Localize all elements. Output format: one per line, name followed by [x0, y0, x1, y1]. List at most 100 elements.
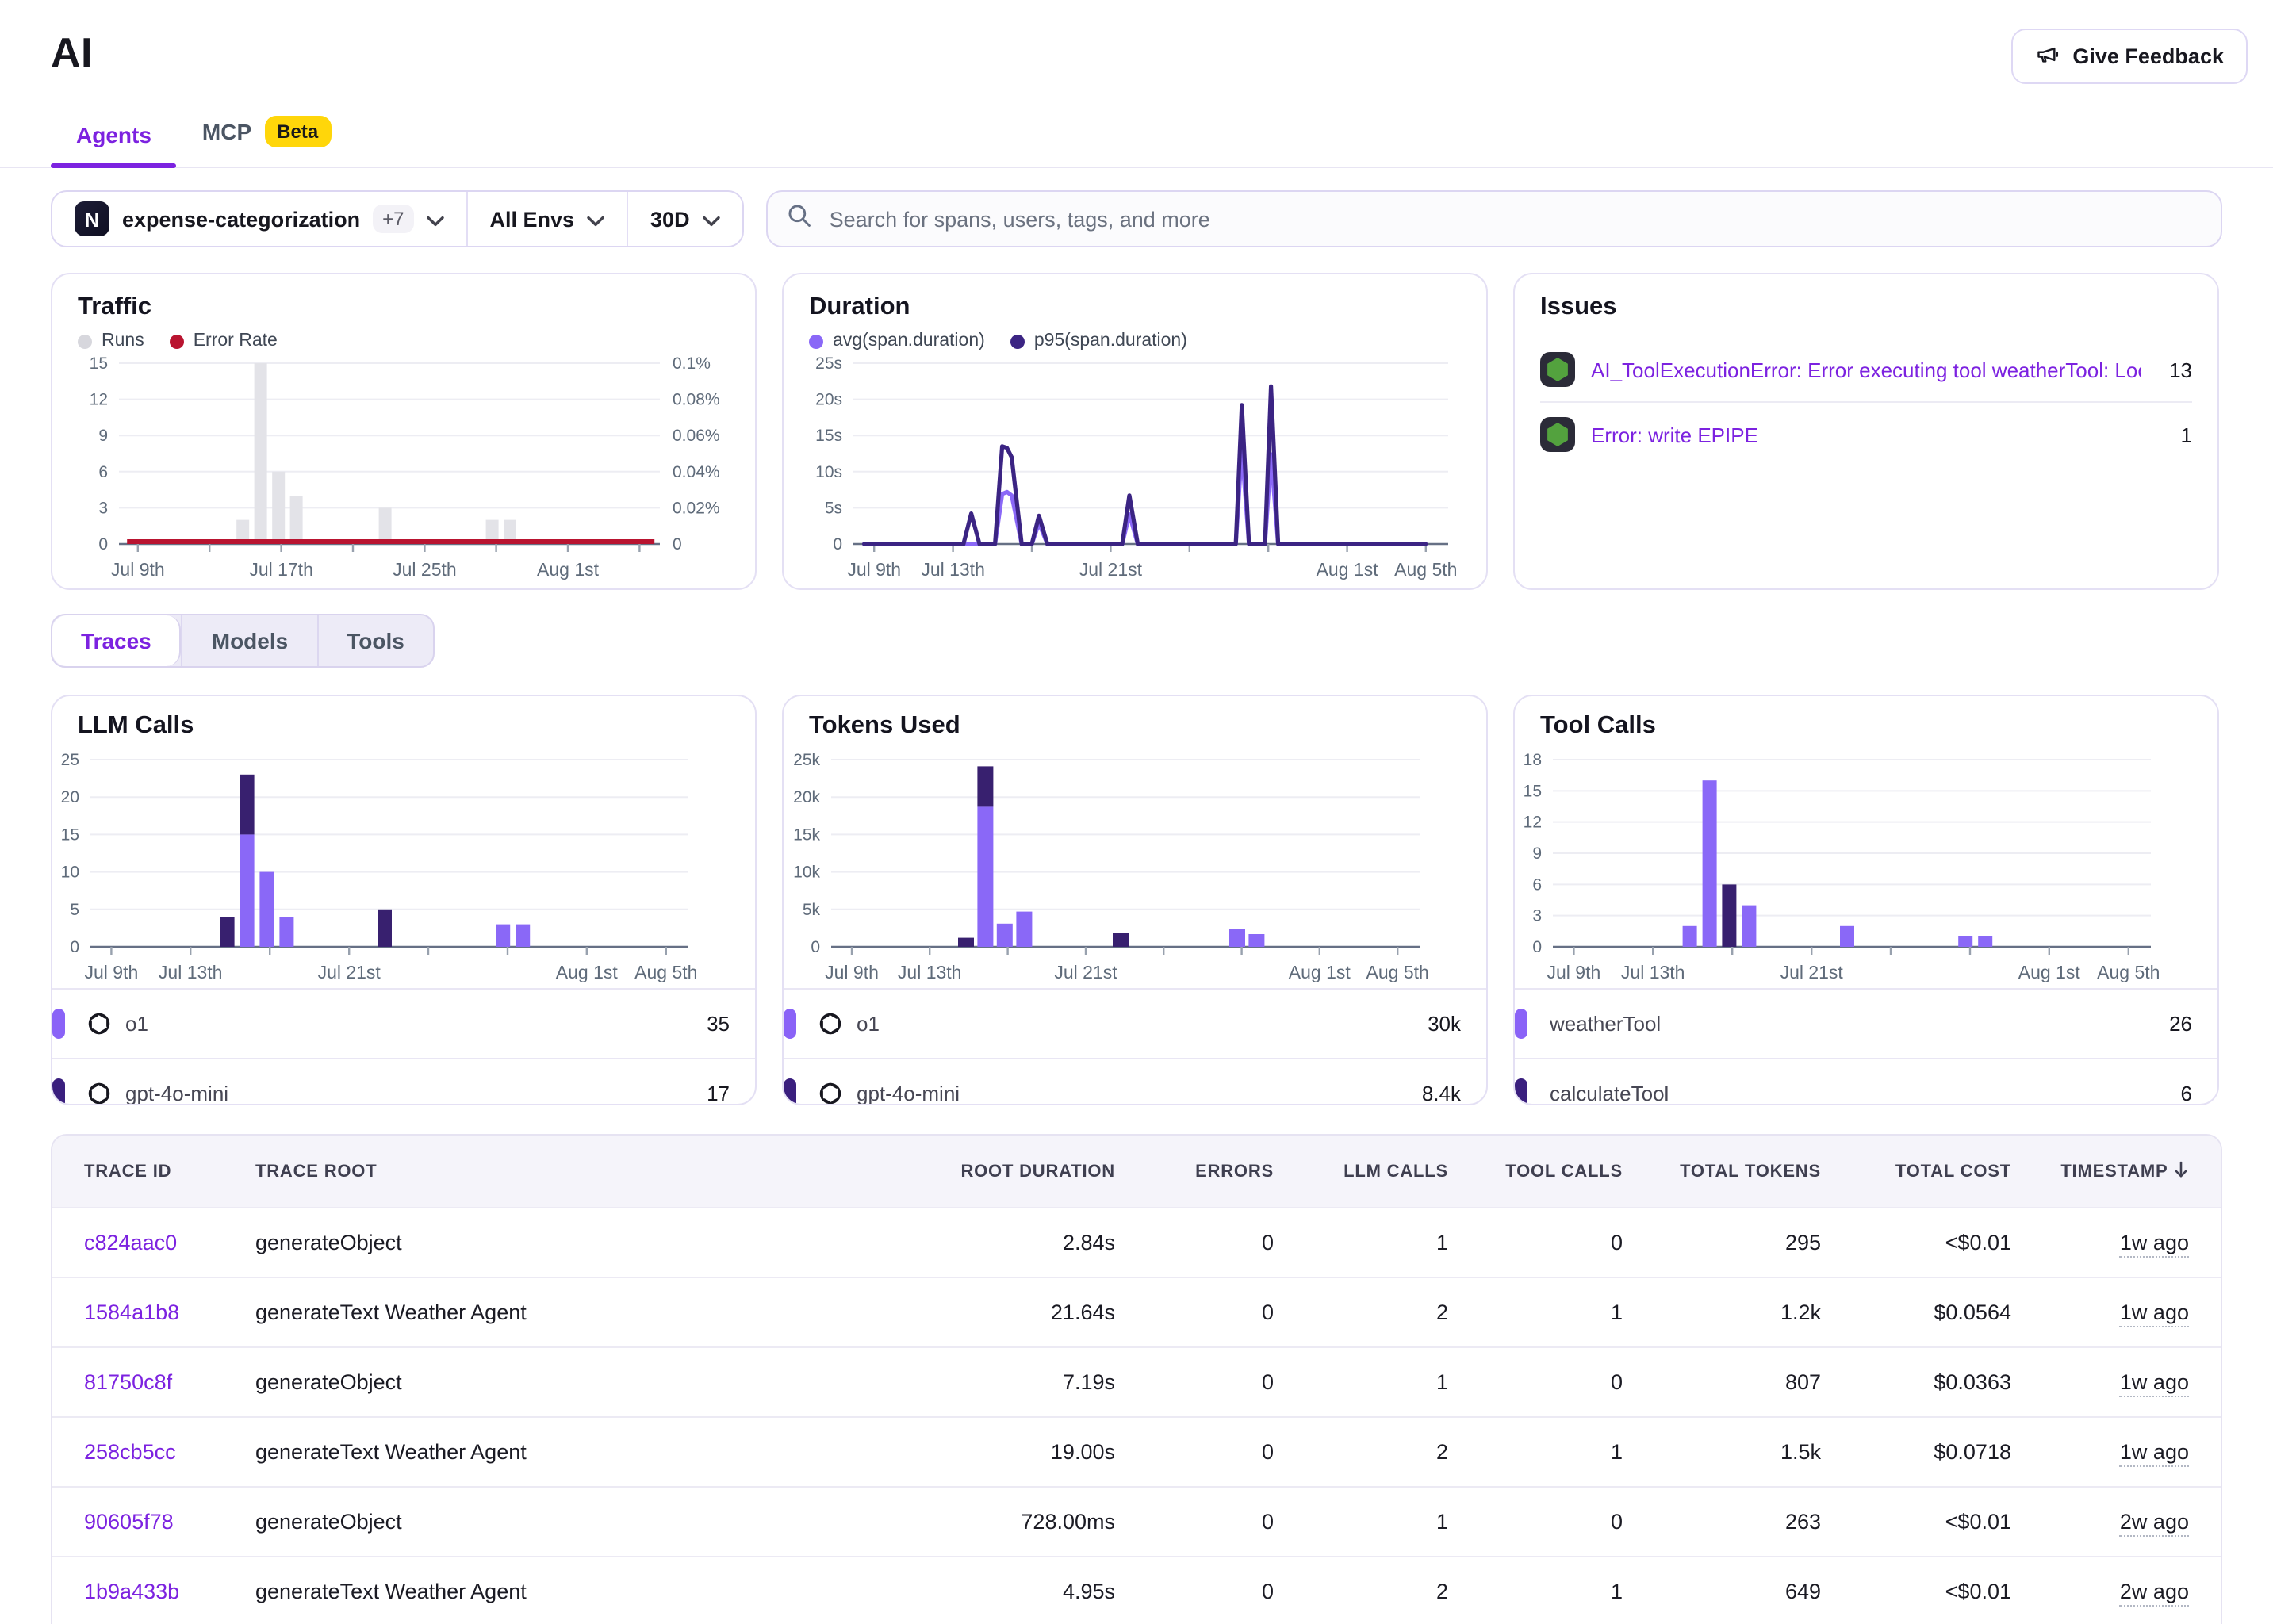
issues-title: Issues	[1540, 293, 2192, 322]
col-errors[interactable]: ERRORS	[1115, 1162, 1274, 1181]
svg-text:Jul 9th: Jul 9th	[825, 962, 879, 982]
tab-mcp-label: MCP	[202, 119, 251, 144]
issue-row[interactable]: AI_ToolExecutionError: Error executing t…	[1540, 338, 2192, 401]
time-range-dropdown[interactable]: 30D	[627, 192, 742, 246]
tool-calls-chart: 0369121518Jul 9thJul 13thJul 21stAug 1st…	[1515, 750, 2170, 988]
trace-id-link[interactable]: c824aac0	[84, 1231, 255, 1254]
table-row[interactable]: 81750c8f generateObject 7.19s 0 1 0 807 …	[52, 1346, 2221, 1416]
svg-text:20: 20	[61, 788, 79, 806]
svg-text:15: 15	[90, 354, 108, 373]
model-legend-row[interactable]: gpt-4o-mini 8.4k	[784, 1058, 1486, 1105]
llm-calls-card: LLM Calls 0510152025Jul 9thJul 13thJul 2…	[51, 695, 757, 1105]
timestamp-cell: 1w ago	[2011, 1300, 2189, 1324]
root-duration-cell: 19.00s	[877, 1440, 1115, 1464]
series-color-chip	[52, 1078, 65, 1105]
svg-text:15s: 15s	[815, 427, 842, 445]
trace-id-link[interactable]: 258cb5cc	[84, 1440, 255, 1464]
issues-card: Issues AI_ToolExecutionError: Error exec…	[1513, 273, 2219, 590]
col-total-cost[interactable]: TOTAL COST	[1821, 1162, 2011, 1181]
chevron-down-icon	[703, 208, 720, 232]
tool-legend-row[interactable]: calculateTool 6	[1515, 1058, 2217, 1105]
total-cost-cell: <$0.01	[1821, 1510, 2011, 1534]
col-llm-calls[interactable]: LLM CALLS	[1274, 1162, 1448, 1181]
timestamp-cell: 1w ago	[2011, 1231, 2189, 1254]
project-filter-dropdown[interactable]: N expense-categorization +7	[52, 192, 466, 246]
total-cost-cell: $0.0564	[1821, 1300, 2011, 1324]
llm-calls-cell: 1	[1274, 1370, 1448, 1394]
project-logo-icon: N	[75, 201, 109, 236]
filter-row: N expense-categorization +7 All Envs 30D	[0, 190, 2273, 247]
tool-legend-row[interactable]: weatherTool 26	[1515, 988, 2217, 1058]
errors-cell: 0	[1115, 1300, 1274, 1324]
issue-link[interactable]: AI_ToolExecutionError: Error executing t…	[1591, 358, 2141, 381]
issue-link[interactable]: Error: write EPIPE	[1591, 423, 2152, 446]
trace-root-cell: generateText Weather Agent	[255, 1440, 877, 1464]
svg-text:20k: 20k	[793, 788, 820, 806]
svg-text:0.08%: 0.08%	[673, 391, 720, 409]
timestamp-cell: 2w ago	[2011, 1580, 2189, 1603]
tool-calls-cell: 0	[1448, 1231, 1623, 1254]
col-trace-id[interactable]: TRACE ID	[84, 1162, 255, 1181]
duration-card: Duration avg(span.duration) p95(span.dur…	[782, 273, 1488, 590]
svg-text:10k: 10k	[793, 864, 820, 882]
model-legend-row[interactable]: gpt-4o-mini 17	[52, 1058, 755, 1105]
svg-text:Jul 17th: Jul 17th	[249, 559, 313, 580]
tab-models[interactable]: Models	[182, 615, 316, 666]
tool-calls-card: Tool Calls 0369121518Jul 9thJul 13thJul …	[1513, 695, 2219, 1105]
tab-traces[interactable]: Traces	[52, 615, 182, 666]
svg-text:0.02%: 0.02%	[673, 499, 720, 517]
svg-text:6: 6	[1532, 875, 1542, 894]
top-bar: AI Give Feedback	[0, 0, 2273, 84]
model-legend-row[interactable]: o1 30k	[784, 988, 1486, 1058]
table-row[interactable]: c824aac0 generateObject 2.84s 0 1 0 295 …	[52, 1207, 2221, 1277]
col-total-tokens[interactable]: TOTAL TOKENS	[1623, 1162, 1821, 1181]
svg-text:15k: 15k	[793, 825, 820, 844]
svg-text:0: 0	[70, 938, 79, 956]
openai-logo-icon	[87, 1012, 111, 1036]
tool-calls-cell: 0	[1448, 1510, 1623, 1534]
table-row[interactable]: 1b9a433b generateText Weather Agent 4.95…	[52, 1556, 2221, 1624]
svg-text:Aug 5th: Aug 5th	[1394, 559, 1457, 580]
issue-row[interactable]: Error: write EPIPE 1	[1540, 401, 2192, 466]
svg-text:Aug 1st: Aug 1st	[1289, 962, 1351, 982]
table-row[interactable]: 1584a1b8 generateText Weather Agent 21.6…	[52, 1277, 2221, 1346]
env-filter-dropdown[interactable]: All Envs	[466, 192, 627, 246]
beta-badge: Beta	[264, 116, 331, 147]
series-color-chip	[784, 1009, 796, 1039]
model-value: 35	[707, 1012, 755, 1036]
trace-id-link[interactable]: 81750c8f	[84, 1370, 255, 1394]
tab-mcp[interactable]: MCP Beta	[177, 106, 356, 167]
trace-id-link[interactable]: 90605f78	[84, 1510, 255, 1534]
trace-id-link[interactable]: 1584a1b8	[84, 1300, 255, 1324]
model-legend-row[interactable]: o1 35	[52, 988, 755, 1058]
col-timestamp[interactable]: TIMESTAMP	[2011, 1161, 2189, 1182]
llm-calls-cell: 2	[1274, 1580, 1448, 1603]
llm-calls-cell: 1	[1274, 1231, 1448, 1254]
errors-cell: 0	[1115, 1370, 1274, 1394]
col-trace-root[interactable]: TRACE ROOT	[255, 1162, 877, 1181]
trace-id-link[interactable]: 1b9a433b	[84, 1580, 255, 1603]
svg-text:0: 0	[833, 535, 842, 553]
svg-text:Jul 13th: Jul 13th	[921, 559, 985, 580]
llm-calls-cell: 1	[1274, 1510, 1448, 1534]
root-duration-cell: 2.84s	[877, 1231, 1115, 1254]
tab-tools[interactable]: Tools	[316, 615, 433, 666]
root-duration-cell: 7.19s	[877, 1370, 1115, 1394]
time-range-label: 30D	[650, 207, 690, 231]
search-input[interactable]	[826, 205, 2202, 232]
col-root-duration[interactable]: ROOT DURATION	[877, 1162, 1115, 1181]
give-feedback-label: Give Feedback	[2072, 44, 2224, 68]
total-cost-cell: <$0.01	[1821, 1231, 2011, 1254]
tab-agents[interactable]: Agents	[51, 113, 177, 167]
give-feedback-button[interactable]: Give Feedback	[2010, 29, 2248, 84]
total-tokens-cell: 295	[1623, 1231, 1821, 1254]
table-row[interactable]: 258cb5cc generateText Weather Agent 19.0…	[52, 1416, 2221, 1486]
series-color-chip	[784, 1078, 796, 1105]
col-tool-calls[interactable]: TOOL CALLS	[1448, 1162, 1623, 1181]
total-tokens-cell: 263	[1623, 1510, 1821, 1534]
table-row[interactable]: 90605f78 generateObject 728.00ms 0 1 0 2…	[52, 1486, 2221, 1556]
p95-dot-icon	[1010, 334, 1025, 348]
model-value: 17	[707, 1082, 755, 1105]
timestamp-cell: 2w ago	[2011, 1510, 2189, 1534]
openai-logo-icon	[818, 1012, 842, 1036]
